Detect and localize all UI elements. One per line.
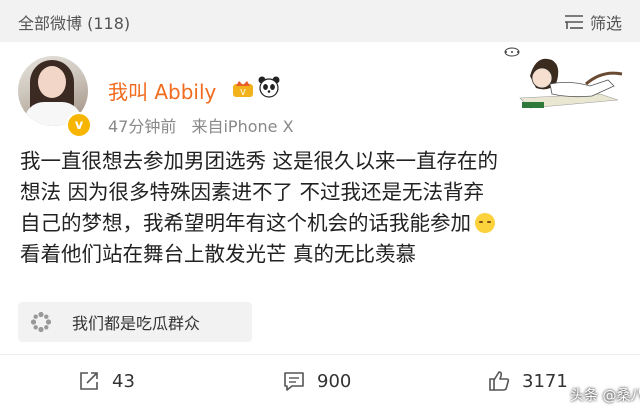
page-title: 全部微博 (118) [18, 14, 131, 33]
topic-tag[interactable]: 我们都是吃瓜群众 [18, 302, 252, 342]
post-line: 我一直很想去参加男团选秀 这是很久以来一直存在的 [20, 149, 499, 173]
post-line: 自己的梦想，我希望明年有这个机会的话我能参加 [20, 211, 471, 235]
post-body: 我一直很想去参加男团选秀 这是很久以来一直存在的 想法 因为很多特殊因素进不了 … [20, 146, 620, 270]
post-line: 看着他们站在舞台上散发光芒 真的无比羡慕 [20, 242, 417, 266]
repost-count: 43 [112, 370, 135, 392]
filter-icon [564, 15, 583, 29]
divider [0, 354, 640, 355]
top-bar: 全部微博 (118) 筛选 [0, 0, 640, 42]
filter-label: 筛选 [589, 14, 622, 33]
post-time: 47分钟前 [108, 117, 177, 136]
like-button[interactable]: 3171 [488, 370, 568, 392]
share-icon [80, 372, 98, 390]
filter-button[interactable]: 筛选 [564, 10, 622, 34]
flower-icon [30, 311, 52, 333]
avatar-face [38, 66, 66, 98]
action-bar: 43 900 3171 [0, 370, 640, 404]
post-line-with-emoji: 自己的梦想，我希望明年有这个机会的话我能参加 [20, 208, 620, 239]
panda-icon [258, 76, 280, 98]
like-count: 3171 [522, 370, 568, 392]
sad-face-emoji-icon [475, 213, 495, 233]
post-source: 来自iPhone X [191, 117, 294, 136]
comment-button[interactable]: 900 [283, 370, 351, 392]
watermark: 头条 @桑八鲜 [570, 388, 640, 404]
username[interactable]: 我叫 Abbily [108, 76, 216, 105]
svg-text:V: V [240, 88, 246, 97]
repost-button[interactable]: 43 [78, 370, 135, 392]
post-line: 想法 因为很多特殊因素进不了 不过我还是无法背弃 [20, 180, 485, 204]
post-meta: 47分钟前 来自iPhone X [108, 113, 294, 137]
comment-icon [284, 372, 304, 391]
verified-badge: v [66, 112, 92, 138]
comment-count: 900 [317, 370, 352, 392]
topic-label: 我们都是吃瓜群众 [72, 314, 201, 333]
thumbs-up-icon [489, 371, 510, 391]
crown-icon: V [233, 81, 253, 97]
girl-lying-sticker-icon [504, 47, 623, 109]
